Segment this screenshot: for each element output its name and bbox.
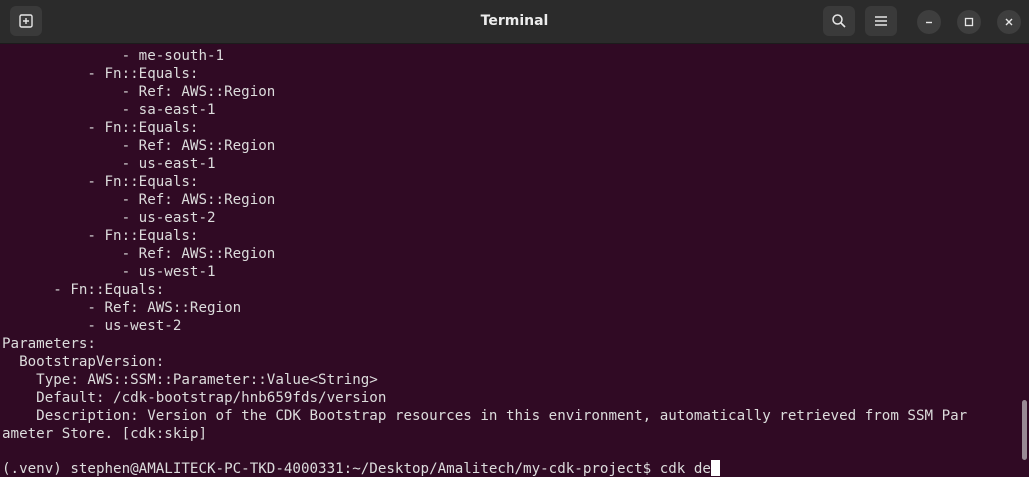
output-line: - us-west-1 [2, 264, 216, 280]
output-line: - Ref: AWS::Region [2, 246, 276, 262]
search-icon [832, 14, 846, 28]
title-bar: Terminal [0, 0, 1029, 44]
output-line: - me-south-1 [2, 48, 225, 64]
output-line: - Fn::Equals: [2, 282, 165, 298]
output-line: - Ref: AWS::Region [2, 84, 276, 100]
prompt-line[interactable]: (.venv) stephen@AMALITECK-PC-TKD-4000331… [2, 460, 720, 477]
output-line: - Fn::Equals: [2, 120, 199, 136]
output-line: - sa-east-1 [2, 102, 216, 118]
command-input[interactable]: cdk de [660, 461, 711, 477]
output-line: - Ref: AWS::Region [2, 300, 242, 316]
hamburger-icon [875, 16, 887, 26]
output-line: - Fn::Equals: [2, 66, 199, 82]
output-line: - Fn::Equals: [2, 174, 199, 190]
output-line: Description: Version of the CDK Bootstra… [2, 408, 968, 424]
output-line: - us-east-2 [2, 210, 216, 226]
output-line: - us-east-1 [2, 156, 216, 172]
maximize-button[interactable] [957, 10, 981, 34]
text-cursor [710, 460, 720, 476]
minimize-button[interactable] [917, 10, 941, 34]
output-line: - Ref: AWS::Region [2, 138, 276, 154]
output-line: - Ref: AWS::Region [2, 192, 276, 208]
scrollbar[interactable] [1022, 400, 1027, 460]
output-line: - Fn::Equals: [2, 228, 199, 244]
menu-button[interactable] [865, 6, 897, 36]
output-line: - us-west-2 [2, 318, 182, 334]
output-line: BootstrapVersion: [2, 354, 165, 370]
terminal-window: Terminal - me-south-1 - Fn::Equals: - Re… [0, 0, 1029, 477]
output-line: Default: /cdk-bootstrap/hnb659fds/versio… [2, 390, 387, 406]
minimize-icon [926, 21, 932, 24]
output-line: Parameters: [2, 336, 96, 352]
terminal-output[interactable]: - me-south-1 - Fn::Equals: - Ref: AWS::R… [0, 44, 1022, 477]
close-icon [1005, 18, 1013, 26]
close-button[interactable] [997, 10, 1021, 34]
output-line: ameter Store. [cdk:skip] [2, 426, 207, 442]
shell-prompt: (.venv) stephen@AMALITECK-PC-TKD-4000331… [2, 461, 660, 477]
search-button[interactable] [823, 6, 855, 36]
output-line: Type: AWS::SSM::Parameter::Value<String> [2, 372, 378, 388]
maximize-icon [964, 17, 974, 27]
